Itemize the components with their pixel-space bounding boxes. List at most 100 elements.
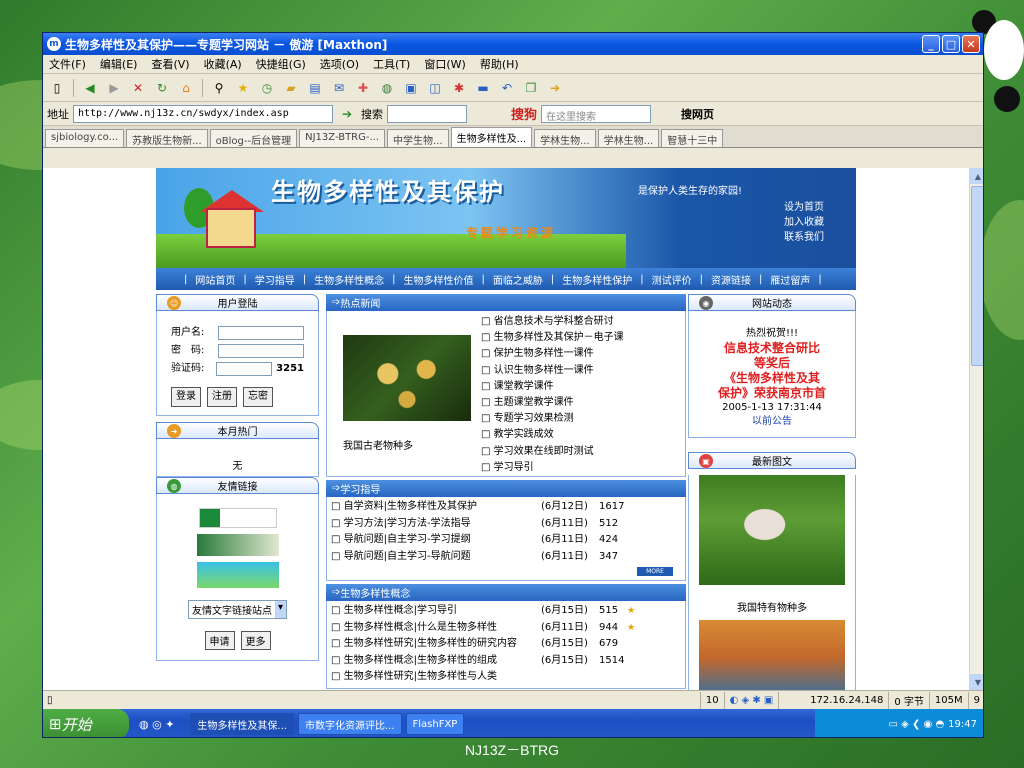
split-icon[interactable]: ◫ xyxy=(425,78,445,98)
nav-guide[interactable]: 学习指导 xyxy=(255,272,295,287)
news-item[interactable]: 专题学习效果检测 xyxy=(481,411,624,427)
news-item[interactable]: 课堂教学课件 xyxy=(481,379,624,395)
friends-select[interactable]: 友情文字链接站点 ▾ xyxy=(187,600,288,619)
tab-7[interactable]: 学林生物... xyxy=(597,129,660,147)
window-icon[interactable]: ▣ xyxy=(401,78,421,98)
menu-file[interactable]: 文件(F) xyxy=(49,56,86,72)
table-row[interactable]: □ 生物多样性概念|生物多样性的组成 (6月15日) 1514 xyxy=(331,653,681,670)
login-button[interactable]: 登录 xyxy=(171,387,201,407)
maximize-button[interactable]: □ xyxy=(942,35,960,53)
contact-link[interactable]: 联系我们 xyxy=(784,230,824,245)
table-row[interactable]: □ 学习方法|学习方法-学法指导 (6月11日) 512 xyxy=(331,516,681,533)
nav-value[interactable]: 生物多样性价值 xyxy=(404,272,474,287)
tab-6[interactable]: 学林生物... xyxy=(534,129,596,147)
news-item[interactable]: 认识生物多样性一课件 xyxy=(481,363,624,379)
stop-icon[interactable]: ✕ xyxy=(128,78,148,98)
start-button[interactable]: ⊞ 开始 xyxy=(43,709,129,737)
table-row[interactable]: □ 生物多样性概念|什么是生物多样性 (6月11日) 944 ★ xyxy=(331,620,681,637)
quicklaunch-icons[interactable]: ◍ ◎ ✦ xyxy=(139,718,174,731)
table-row[interactable]: □ 生物多样性概念|学习导引 (6月15日) 515 ★ xyxy=(331,603,681,620)
dynamic-line[interactable]: 信息技术整合研比 xyxy=(693,341,851,356)
menu-edit[interactable]: 编辑(E) xyxy=(100,56,138,72)
apply-button[interactable]: 申请 xyxy=(204,631,235,650)
news-item[interactable]: 教学实践成效 xyxy=(481,427,624,443)
landscape-photo[interactable] xyxy=(699,620,845,690)
scroll-thumb[interactable] xyxy=(971,186,983,366)
news-item[interactable]: 生物多样性及其保护－电子课 xyxy=(481,330,624,346)
tab-5-active[interactable]: 生物多样性及... xyxy=(450,127,533,147)
more-button[interactable]: 更多 xyxy=(240,631,271,650)
copy-icon[interactable]: ❐ xyxy=(521,78,541,98)
news-item[interactable]: 主题课堂教学课件 xyxy=(481,395,624,411)
status-icons[interactable]: ◐ ◈ ✱ ▣ xyxy=(723,691,779,709)
menu-groups[interactable]: 快捷组(G) xyxy=(256,56,306,72)
news-item[interactable]: 学习导引 xyxy=(481,460,624,476)
username-input[interactable] xyxy=(218,326,304,340)
latest-caption[interactable]: 我国特有物种多 xyxy=(689,599,855,614)
nav-protection[interactable]: 生物多样性保护 xyxy=(562,272,632,287)
table-row[interactable]: □ 生物多样性研究|生物多样性与人类 xyxy=(331,669,681,686)
table-row[interactable]: □ 导航问题|自主学习-学习提纲 (6月11日) 424 xyxy=(331,532,681,549)
nav-home[interactable]: 网站首页 xyxy=(195,272,235,287)
task-maxthon[interactable]: 生物多样性及其保... xyxy=(190,713,294,735)
tab-1[interactable]: 苏教版生物新... xyxy=(126,129,208,147)
task-ppt[interactable]: 市数字化资源评比... xyxy=(297,713,402,735)
study-more-button[interactable]: MORE xyxy=(637,567,673,576)
history-icon[interactable]: ◷ xyxy=(257,78,277,98)
tools-icon[interactable]: ✚ xyxy=(353,78,373,98)
folder-icon[interactable]: ▰ xyxy=(281,78,301,98)
home-icon[interactable]: ⌂ xyxy=(176,78,196,98)
add-favorite-link[interactable]: 加入收藏 xyxy=(784,215,824,230)
tab-3[interactable]: NJ13Z-BTRG-... xyxy=(299,129,386,147)
forward-icon[interactable]: ▶ xyxy=(104,78,124,98)
nav-threats[interactable]: 面临之威胁 xyxy=(493,272,543,287)
set-homepage-link[interactable]: 设为首页 xyxy=(784,200,824,215)
favorites-star-icon[interactable]: ★ xyxy=(233,78,253,98)
globe-icon[interactable]: ◍ xyxy=(377,78,397,98)
menu-favorites[interactable]: 收藏(A) xyxy=(204,56,242,72)
vertical-scrollbar[interactable]: ▲ ▼ xyxy=(969,168,983,690)
table-row[interactable]: □ 生物多样性研究|生物多样性的研究内容 (6月15日) 679 xyxy=(331,636,681,653)
friend-logo-2[interactable] xyxy=(196,534,279,556)
mail-icon[interactable]: ✉ xyxy=(329,78,349,98)
tab-0[interactable]: sjbiology.co... xyxy=(45,129,125,147)
captcha-input[interactable] xyxy=(216,362,273,376)
forgot-button[interactable]: 忘密 xyxy=(243,387,273,407)
sogou-search-input[interactable]: 在这里搜索 xyxy=(541,104,652,123)
news-photo[interactable] xyxy=(343,335,471,421)
dynamic-line[interactable]: 保护》荣获南京市首 xyxy=(693,386,851,401)
news-item[interactable]: 省信息技术与学科整合研讨 xyxy=(481,314,624,330)
scroll-down-icon[interactable]: ▼ xyxy=(970,674,983,690)
dynamic-line[interactable]: 等奖后 xyxy=(693,356,851,371)
address-input[interactable]: http://www.nj13z.cn/swdyx/index.asp xyxy=(73,104,333,123)
news-item[interactable]: 学习效果在线即时测试 xyxy=(481,444,624,460)
tray-icons[interactable]: ▭ ◈ ❮ ◉ ◓ xyxy=(888,719,944,730)
previous-notice-link[interactable]: 以前公告 xyxy=(693,415,851,429)
menu-options[interactable]: 选项(O) xyxy=(320,56,359,72)
undo-icon[interactable]: ↶ xyxy=(497,78,517,98)
friend-logo-1[interactable] xyxy=(198,508,277,528)
password-input[interactable] xyxy=(218,344,304,358)
friend-logo-3[interactable] xyxy=(196,562,279,588)
chevron-down-icon[interactable]: ▾ xyxy=(274,601,287,618)
close-button[interactable]: ✕ xyxy=(962,35,980,53)
new-page-icon[interactable]: ▯ xyxy=(47,78,67,98)
news-photo-caption[interactable]: 我国古老物种多 xyxy=(343,437,413,452)
register-button[interactable]: 注册 xyxy=(207,387,237,407)
tab-4[interactable]: 中学生物... xyxy=(387,129,449,147)
menu-help[interactable]: 帮助(H) xyxy=(480,56,519,72)
nav-guestbook[interactable]: 雁过留声 xyxy=(770,272,810,287)
search-icon[interactable]: ⚲ xyxy=(209,78,229,98)
menu-view[interactable]: 查看(V) xyxy=(151,56,189,72)
table-row[interactable]: □ 自学资料|生物多样性及其保护 (6月12日) 1617 xyxy=(331,499,681,516)
go-button-icon[interactable]: ➔ xyxy=(337,104,357,124)
table-row[interactable]: □ 导航问题|自主学习-导航问题 (6月11日) 347 xyxy=(331,549,681,566)
dynamic-line[interactable]: 《生物多样性及其 xyxy=(693,371,851,386)
refresh-icon[interactable]: ↻ xyxy=(152,78,172,98)
nav-resources[interactable]: 资源链接 xyxy=(711,272,751,287)
magic-icon[interactable]: ✱ xyxy=(449,78,469,98)
search-input[interactable] xyxy=(387,104,467,123)
go-icon[interactable]: ➜ xyxy=(545,78,565,98)
menu-window[interactable]: 窗口(W) xyxy=(424,56,465,72)
news-item[interactable]: 保护生物多样性一课件 xyxy=(481,346,624,362)
